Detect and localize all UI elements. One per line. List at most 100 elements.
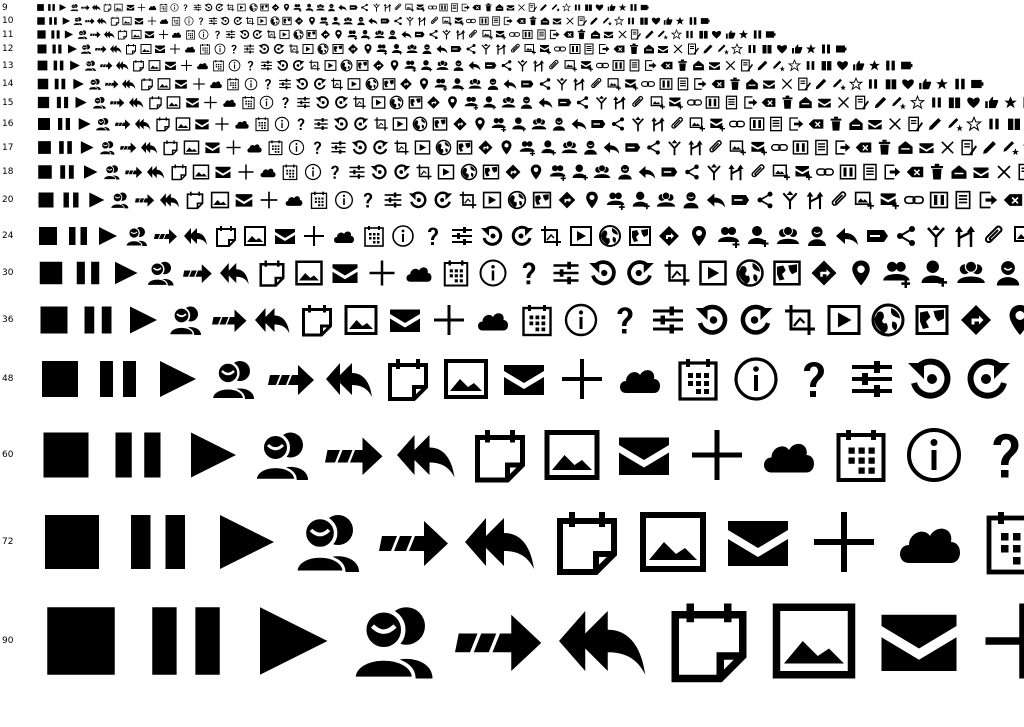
play-icon xyxy=(66,43,78,55)
stop-icon xyxy=(36,16,46,26)
forward-icon xyxy=(110,95,125,110)
inbox-icon xyxy=(897,139,914,156)
pen-icon xyxy=(873,95,888,110)
book-icon xyxy=(584,3,593,12)
pause-icon xyxy=(73,258,103,288)
backspace-icon xyxy=(855,139,872,156)
trash-icon xyxy=(576,29,587,40)
mail-icon xyxy=(164,59,177,72)
attach-icon xyxy=(670,116,686,132)
reply-all-icon xyxy=(129,95,144,110)
attach-icon xyxy=(468,29,479,40)
question-icon xyxy=(212,29,223,40)
close-icon xyxy=(617,29,628,40)
info-icon xyxy=(274,116,290,132)
pause-small-icon xyxy=(804,59,817,72)
trash-icon xyxy=(928,163,946,181)
mail-open-icon xyxy=(918,139,935,156)
share-icon xyxy=(428,29,439,40)
group-add-icon xyxy=(717,224,741,248)
link-icon xyxy=(816,163,834,181)
users-icon xyxy=(110,190,130,210)
directions-icon xyxy=(452,116,468,132)
stop-icon xyxy=(36,43,48,55)
document-icon xyxy=(768,116,784,132)
image-add-icon xyxy=(650,95,665,110)
star-icon xyxy=(731,43,743,55)
question-icon xyxy=(607,302,643,338)
battery-icon xyxy=(900,59,913,72)
document-edit-icon xyxy=(687,43,699,55)
document-icon xyxy=(583,43,595,55)
pen-star-icon xyxy=(772,59,785,72)
location-pin-icon xyxy=(282,3,291,12)
image-icon xyxy=(122,16,132,26)
forward-icon xyxy=(268,355,316,403)
pen-star-icon xyxy=(947,116,963,132)
split-icon xyxy=(572,77,586,91)
plus-icon xyxy=(687,425,747,485)
group-icon xyxy=(501,95,516,110)
note-icon xyxy=(299,302,335,338)
user-add-icon xyxy=(919,258,949,288)
sliders-icon xyxy=(278,77,292,91)
star-fill-icon xyxy=(935,77,949,91)
user-icon xyxy=(805,224,829,248)
link-icon xyxy=(509,29,520,40)
redo-icon xyxy=(353,116,369,132)
redo-icon xyxy=(625,258,655,288)
inbox-icon xyxy=(643,43,655,55)
group-icon xyxy=(374,29,385,40)
share-icon xyxy=(393,16,403,26)
glyph-row: 20 xyxy=(0,189,1024,213)
link-icon xyxy=(687,95,702,110)
mail-icon xyxy=(174,77,188,91)
tag-icon xyxy=(450,43,462,55)
cloud-icon xyxy=(284,190,304,210)
info-icon xyxy=(184,16,194,26)
mail-add-icon xyxy=(454,16,464,26)
trash-icon xyxy=(780,95,795,110)
merge-icon xyxy=(441,29,452,40)
play-icon xyxy=(58,3,67,12)
question-icon xyxy=(244,59,257,72)
globe-icon xyxy=(412,116,428,132)
users-icon xyxy=(88,77,102,91)
forward-icon xyxy=(105,77,119,91)
group-icon xyxy=(776,224,800,248)
forward-icon xyxy=(120,139,137,156)
merge-icon xyxy=(480,43,492,55)
note-icon xyxy=(384,355,432,403)
note-icon xyxy=(185,190,205,210)
user-icon xyxy=(387,29,398,40)
stop-icon xyxy=(36,29,47,40)
group-add-icon xyxy=(293,3,302,12)
inbox-icon xyxy=(495,3,504,12)
heart-icon xyxy=(836,59,849,72)
reply-all-icon xyxy=(160,190,180,210)
glyph-row: 17 xyxy=(0,138,1024,159)
undo-icon xyxy=(258,43,270,55)
redo-icon xyxy=(313,77,327,91)
undo-icon xyxy=(694,302,730,338)
question-icon xyxy=(358,190,378,210)
group-icon xyxy=(468,77,482,91)
globe-icon xyxy=(340,59,353,72)
reply-icon xyxy=(401,29,412,40)
question-icon xyxy=(293,116,309,132)
sliders-icon xyxy=(208,16,218,26)
globe-icon xyxy=(460,163,478,181)
location-pin-icon xyxy=(582,190,602,210)
redo-icon xyxy=(334,95,349,110)
columns-icon xyxy=(522,29,533,40)
reply-all-icon xyxy=(559,596,649,686)
stop-icon xyxy=(36,116,52,132)
calendar-icon xyxy=(831,425,891,485)
play-icon xyxy=(110,258,140,288)
pause-small-icon xyxy=(866,77,880,91)
forward-icon xyxy=(455,596,545,686)
plus-icon xyxy=(367,258,397,288)
globe-icon xyxy=(598,224,622,248)
size-label: 16 xyxy=(2,119,14,129)
pen-star-icon xyxy=(1002,139,1019,156)
